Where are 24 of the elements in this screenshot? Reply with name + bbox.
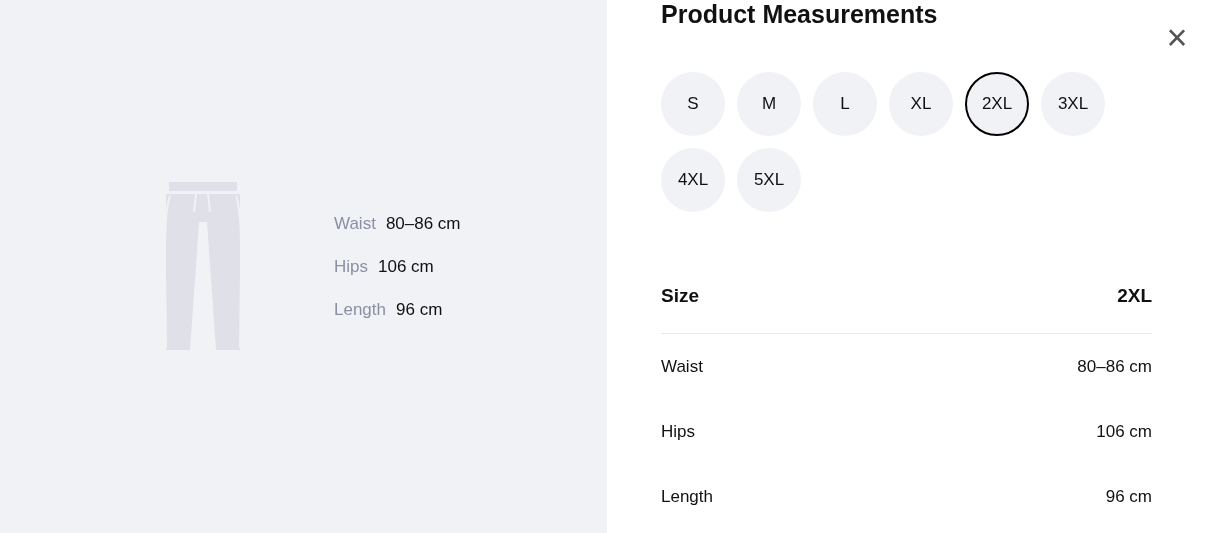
- size-option[interactable]: 5XL: [737, 148, 801, 212]
- measurement-label: Length: [334, 299, 386, 321]
- table-cell-text: 96 cm: [1105, 485, 1152, 508]
- size-option[interactable]: XL: [889, 72, 953, 136]
- close-button[interactable]: ×: [1162, 22, 1192, 54]
- measurement-value: 80–86 cm: [385, 213, 461, 235]
- table-heading: 2XL: [1117, 284, 1152, 309]
- measurement-label: Waist: [334, 213, 376, 235]
- table-cell-text: 106 cm: [1096, 420, 1152, 443]
- measurement-value: 106 cm: [378, 256, 434, 278]
- measurement-label: Hips: [334, 256, 368, 278]
- table-heading: Size: [661, 284, 700, 309]
- table-cell-text: 80–86 cm: [1077, 355, 1152, 378]
- table-cell-text: Hips: [661, 420, 695, 443]
- size-option[interactable]: 3XL: [1041, 72, 1105, 136]
- size-option[interactable]: 4XL: [661, 148, 725, 212]
- size-option[interactable]: M: [737, 72, 801, 136]
- size-option[interactable]: L: [813, 72, 877, 136]
- size-option[interactable]: 2XL: [965, 72, 1029, 136]
- table-cell-text: Waist: [661, 355, 703, 378]
- size-option[interactable]: S: [661, 72, 725, 136]
- panel-title: Product Measurements: [661, 0, 939, 28]
- table-cell-text: Length: [661, 485, 713, 508]
- measurement-value: 96 cm: [396, 299, 443, 321]
